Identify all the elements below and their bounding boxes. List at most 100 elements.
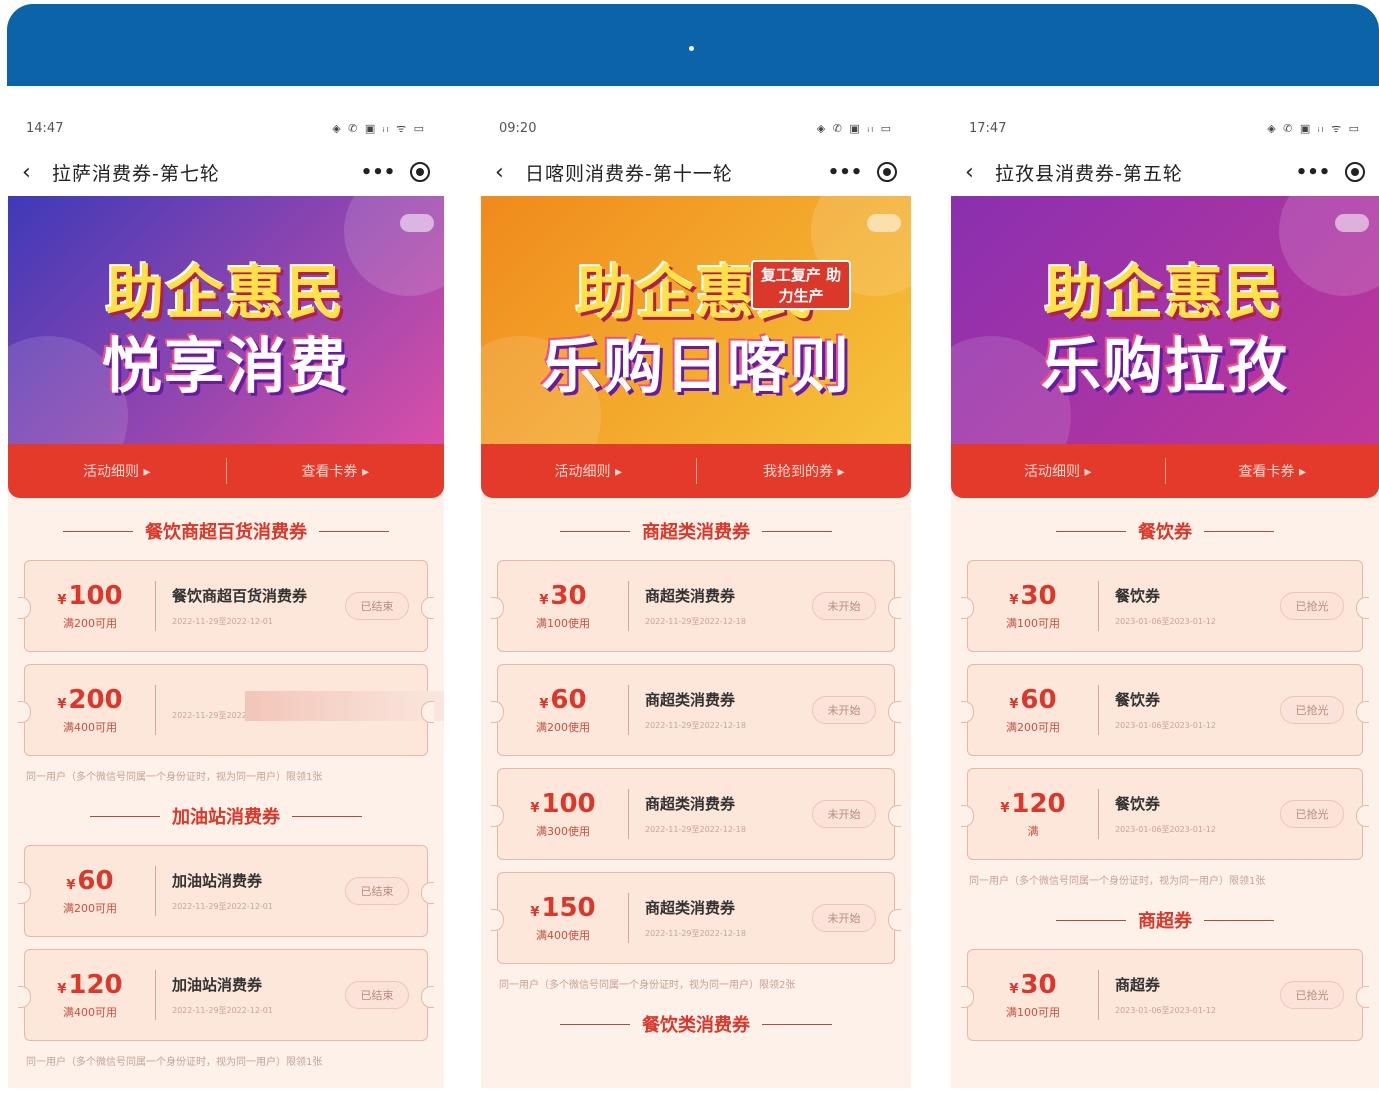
coupon-amount: 120 bbox=[1011, 789, 1066, 819]
coupon-status-button[interactable]: 已抢光 bbox=[1280, 981, 1344, 1009]
currency-symbol: ¥ bbox=[539, 593, 549, 608]
back-icon[interactable]: ‹ bbox=[495, 160, 525, 185]
currency-symbol: ¥ bbox=[1009, 982, 1019, 997]
coupon-card[interactable]: ¥60 满200使用 商超类消费券 2022-11-29至2022-12-18 未开始 bbox=[491, 664, 901, 756]
coupon-status-button[interactable]: 未开始 bbox=[812, 904, 876, 932]
coupon-name: 商超类消费券 bbox=[645, 587, 736, 605]
activity-rules-link[interactable]: 活动细则 ▸ bbox=[8, 461, 226, 481]
currency-symbol: ¥ bbox=[1009, 697, 1019, 712]
coupon-validity: 2022-11-29至2022-12-01 bbox=[172, 1006, 273, 1015]
status-icons: ◈ ✆ ▣ ᵢₗ ᯤ ▭ bbox=[332, 121, 426, 135]
coupon-name: 商超类消费券 bbox=[645, 691, 736, 709]
back-icon[interactable]: ‹ bbox=[965, 160, 995, 185]
status-icons: ◈ ✆ ▣ ᵢₗ ᯤ ▭ bbox=[1267, 121, 1361, 135]
coupon-condition: 满400可用 bbox=[63, 721, 117, 734]
coupon-name: 商超类消费券 bbox=[645, 899, 736, 917]
status-time: 09:20 bbox=[499, 120, 537, 136]
close-miniprogram-icon[interactable] bbox=[1345, 162, 1365, 182]
coupon-info: 餐饮商超百货消费券 2022-11-29至2022-12-01 bbox=[156, 585, 345, 627]
activity-rules-link[interactable]: 活动细则 ▸ bbox=[481, 461, 696, 481]
more-icon[interactable]: ••• bbox=[352, 162, 404, 183]
coupon-status-button[interactable]: 已抢光 bbox=[1280, 800, 1344, 828]
more-icon[interactable]: ••• bbox=[1287, 162, 1339, 183]
coupon-amount: 60 bbox=[77, 866, 114, 896]
coupon-card[interactable]: ¥120 满400可用 加油站消费券 2022-11-29至2022-12-01 已结束 bbox=[18, 949, 434, 1041]
hero-subheadline: 悦享消费 bbox=[102, 332, 350, 402]
coupon-card[interactable]: ¥200 满400可用 2022-11-29至2022-12-02 bbox=[18, 664, 444, 756]
coupon-name: 餐饮券 bbox=[1115, 795, 1161, 813]
coupon-condition: 满200可用 bbox=[1006, 721, 1060, 734]
coupon-value: ¥60 满200可用 bbox=[968, 685, 1098, 735]
currency-symbol: ¥ bbox=[57, 982, 67, 997]
more-icon[interactable]: ••• bbox=[819, 162, 871, 183]
coupon-card[interactable]: ¥60 满200可用 加油站消费券 2022-11-29至2022-12-01 已结束 bbox=[18, 845, 434, 937]
coupon-price: ¥100 bbox=[25, 581, 155, 611]
coupon-price: ¥200 bbox=[25, 685, 155, 715]
coupon-price: ¥60 bbox=[25, 866, 155, 896]
coupon-value: ¥60 满200可用 bbox=[25, 866, 155, 916]
coupon-validity: 2023-01-06至2023-01-12 bbox=[1115, 1006, 1216, 1015]
coupon-amount: 60 bbox=[550, 685, 587, 715]
coupon-status-button[interactable]: 未开始 bbox=[812, 800, 876, 828]
close-miniprogram-icon[interactable] bbox=[410, 162, 430, 182]
divider bbox=[1204, 530, 1274, 532]
coupon-validity: 2022-11-29至2022-12-18 bbox=[645, 825, 746, 834]
coupon-status-button[interactable]: 未开始 bbox=[812, 592, 876, 620]
my-coupons-link[interactable]: 查看卡券 ▸ bbox=[1166, 461, 1379, 481]
section-title: 商超类消费券 bbox=[642, 522, 750, 543]
section-header: 商超券 bbox=[951, 907, 1379, 933]
coupon-condition: 满 bbox=[1027, 825, 1039, 838]
page-title: 拉孜县消费券-第五轮 bbox=[995, 162, 1183, 185]
header-banner bbox=[7, 4, 1379, 86]
coupon-status-button[interactable]: 已结束 bbox=[345, 877, 409, 905]
hero-banner: 助企惠民 乐购日喀则 复工复产 助力生产 bbox=[481, 196, 911, 444]
my-coupons-link[interactable]: 查看卡券 ▸ bbox=[227, 461, 445, 481]
coupon-condition: 满400使用 bbox=[536, 929, 590, 942]
section-title: 餐饮类消费券 bbox=[642, 1015, 750, 1036]
coupon-name: 餐饮券 bbox=[1115, 587, 1161, 605]
coupon-price: ¥30 bbox=[968, 970, 1098, 1000]
coupon-status-button[interactable]: 已结束 bbox=[345, 592, 409, 620]
coupon-value: ¥30 满100可用 bbox=[968, 581, 1098, 631]
coupon-info: 商超类消费券 2022-11-29至2022-12-18 bbox=[629, 897, 812, 939]
coupon-info: 商超券 2023-01-06至2023-01-12 bbox=[1099, 974, 1280, 1016]
coupon-amount: 150 bbox=[541, 893, 596, 923]
status-bar: 17:47 ◈ ✆ ▣ ᵢₗ ᯤ ▭ bbox=[951, 108, 1379, 148]
status-bar: 09:20 ◈ ✆ ▣ ᵢₗ ▭ bbox=[481, 108, 911, 148]
my-coupons-link[interactable]: 我抢到的券 ▸ bbox=[697, 461, 912, 481]
coupon-status-button[interactable]: 已抢光 bbox=[1280, 696, 1344, 724]
coupon-card[interactable]: ¥30 满100使用 商超类消费券 2022-11-29至2022-12-18 未开始 bbox=[491, 560, 901, 652]
section-title: 加油站消费券 bbox=[172, 807, 280, 828]
phone-screenshot: 17:47 ◈ ✆ ▣ ᵢₗ ᯤ ▭ ‹ 拉孜县消费券-第五轮 ••• 助企惠民 乐购拉孜活… bbox=[951, 108, 1379, 1088]
back-icon[interactable]: ‹ bbox=[22, 160, 52, 185]
share-badge[interactable] bbox=[400, 214, 434, 232]
coupon-price: ¥60 bbox=[498, 685, 628, 715]
coupon-value: ¥100 满200可用 bbox=[25, 581, 155, 631]
divider bbox=[90, 815, 160, 817]
nav-bar: ‹ 拉孜县消费券-第五轮 ••• bbox=[951, 148, 1379, 196]
coupon-card[interactable]: ¥120 满 餐饮券 2023-01-06至2023-01-12 已抢光 bbox=[961, 768, 1369, 860]
close-miniprogram-icon[interactable] bbox=[877, 162, 897, 182]
share-badge[interactable] bbox=[1335, 214, 1369, 232]
coupon-name: 商超类消费券 bbox=[645, 795, 736, 813]
coupon-amount: 120 bbox=[68, 970, 123, 1000]
coupon-condition: 满200使用 bbox=[536, 721, 590, 734]
divider bbox=[560, 530, 630, 532]
coupon-card[interactable]: ¥60 满200可用 餐饮券 2023-01-06至2023-01-12 已抢光 bbox=[961, 664, 1369, 756]
coupon-condition: 满400可用 bbox=[63, 1006, 117, 1019]
coupon-price: ¥100 bbox=[498, 789, 628, 819]
coupon-status-button[interactable]: 已抢光 bbox=[1280, 592, 1344, 620]
divider bbox=[1056, 530, 1126, 532]
coupon-card[interactable]: ¥100 满200可用 餐饮商超百货消费券 2022-11-29至2022-12-01… bbox=[18, 560, 434, 652]
coupon-card[interactable]: ¥30 满100可用 商超券 2023-01-06至2023-01-12 已抢光 bbox=[961, 949, 1369, 1041]
coupon-status-button[interactable]: 未开始 bbox=[812, 696, 876, 724]
coupon-validity: 2023-01-06至2023-01-12 bbox=[1115, 617, 1216, 626]
share-badge[interactable] bbox=[867, 214, 901, 232]
hero-subheadline: 乐购日喀则 bbox=[541, 332, 851, 402]
coupon-card[interactable]: ¥30 满100可用 餐饮券 2023-01-06至2023-01-12 已抢光 bbox=[961, 560, 1369, 652]
coupon-card[interactable]: ¥100 满300使用 商超类消费券 2022-11-29至2022-12-18 未开始 bbox=[491, 768, 901, 860]
divider bbox=[292, 815, 362, 817]
activity-rules-link[interactable]: 活动细则 ▸ bbox=[951, 461, 1165, 481]
coupon-status-button[interactable]: 已结束 bbox=[345, 981, 409, 1009]
coupon-card[interactable]: ¥150 满400使用 商超类消费券 2022-11-29至2022-12-18 未开始 bbox=[491, 872, 901, 964]
